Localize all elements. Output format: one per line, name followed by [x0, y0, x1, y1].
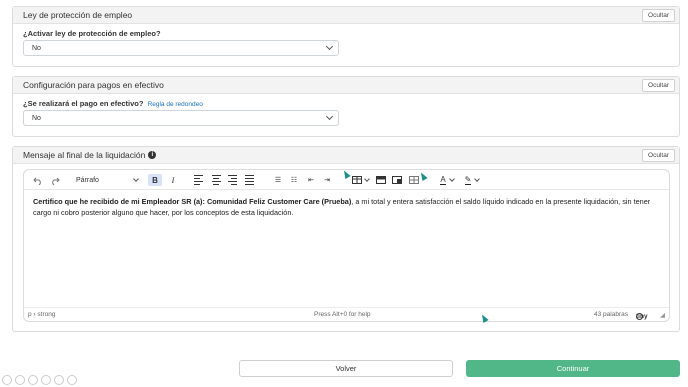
- word-count[interactable]: 43 palabras: [594, 311, 628, 318]
- panel-title: Mensaje al final de la liquidación i: [23, 150, 157, 160]
- highlighter-icon: ✎: [464, 174, 472, 185]
- circle-icon[interactable]: [41, 375, 51, 385]
- indent-icon[interactable]: ⇥: [322, 174, 332, 186]
- bullet-list-icon[interactable]: ☰: [273, 174, 283, 186]
- panel-header: Ley de protección de empleo Ocultar: [13, 7, 679, 24]
- editor-statusbar: p › strong Press Alt+0 for help 43 palab…: [24, 307, 669, 321]
- chevron-down-icon: [325, 112, 334, 121]
- continue-button[interactable]: Continuar: [466, 360, 680, 377]
- numbered-list-icon[interactable]: ☷: [289, 174, 299, 186]
- panel-title: Configuración para pagos en efectivo: [23, 80, 164, 90]
- rounding-rule-link[interactable]: Regla de redondeo: [148, 101, 203, 108]
- chevron-down-icon: [474, 175, 481, 182]
- undo-icon[interactable]: [32, 174, 44, 186]
- panel-title: Ley de protección de empleo: [23, 10, 133, 20]
- circle-icon[interactable]: [2, 375, 12, 385]
- redo-icon[interactable]: [49, 174, 61, 186]
- align-center-icon[interactable]: [211, 174, 221, 186]
- table-column-icon[interactable]: [409, 174, 419, 186]
- text-color-button[interactable]: A: [437, 174, 457, 186]
- circle-icon[interactable]: [28, 375, 38, 385]
- editor-content[interactable]: Certifico que he recibido de mi Empleado…: [33, 197, 663, 218]
- field-label: ¿Activar ley de protección de empleo?: [23, 29, 161, 38]
- align-justify-icon[interactable]: [244, 174, 254, 186]
- text-color-icon: A: [440, 174, 446, 185]
- hide-button[interactable]: Ocultar: [642, 8, 675, 22]
- table-icon[interactable]: [350, 174, 370, 186]
- info-icon[interactable]: i: [148, 151, 157, 159]
- outdent-icon[interactable]: ⇤: [306, 174, 316, 186]
- employment-protection-select[interactable]: No: [23, 40, 339, 56]
- chevron-down-icon: [363, 175, 370, 182]
- back-button[interactable]: Volver: [239, 360, 453, 377]
- circle-icon[interactable]: [67, 375, 77, 385]
- select-value: No: [32, 44, 41, 52]
- chevron-down-icon: [325, 42, 334, 51]
- select-value: No: [32, 114, 41, 122]
- chevron-down-icon: [448, 175, 455, 182]
- chevron-down-icon: [133, 175, 139, 182]
- align-left-icon[interactable]: [194, 174, 204, 186]
- rich-text-editor[interactable]: Párrafo B I ☰ ☷ ⇤ ⇥ A ✎ Certifico que he…: [23, 169, 670, 322]
- panel-header: Mensaje al final de la liquidación i Ocu…: [13, 147, 679, 164]
- highlight-color-button[interactable]: ✎: [462, 174, 482, 186]
- align-right-icon[interactable]: [227, 174, 237, 186]
- panel-title-text: Mensaje al final de la liquidación: [23, 150, 146, 160]
- italic-button[interactable]: I: [167, 174, 179, 186]
- panel-header: Configuración para pagos en efectivo Ocu…: [13, 77, 679, 94]
- hide-button[interactable]: Ocultar: [642, 148, 675, 162]
- element-path[interactable]: p › strong: [28, 311, 55, 318]
- field-label: ¿Se realizará el pago en efectivo? Regla…: [23, 99, 203, 108]
- table-row-icon[interactable]: [376, 174, 386, 186]
- circle-icon[interactable]: [15, 375, 25, 385]
- cash-payment-select[interactable]: No: [23, 110, 339, 126]
- editor-bold-text: Certifico que he recibido de mi Empleado…: [33, 197, 352, 206]
- field-question: ¿Se realizará el pago en efectivo?: [23, 99, 144, 108]
- tiny-brand: tiny: [636, 313, 648, 320]
- block-format-select[interactable]: Párrafo: [76, 174, 139, 186]
- field-question: ¿Activar ley de protección de empleo?: [23, 29, 161, 38]
- bold-button[interactable]: B: [148, 174, 162, 186]
- employment-protection-panel: Ley de protección de empleo Ocultar ¿Act…: [12, 6, 680, 67]
- cash-payment-panel: Configuración para pagos en efectivo Ocu…: [12, 76, 680, 137]
- table-cell-icon[interactable]: [392, 174, 402, 186]
- hide-button[interactable]: Ocultar: [642, 78, 675, 92]
- circle-icon[interactable]: [54, 375, 64, 385]
- bottom-left-controls: [2, 375, 77, 385]
- help-hint: Press Alt+0 for help: [314, 311, 371, 318]
- block-format-label: Párrafo: [76, 176, 99, 184]
- resize-handle-icon[interactable]: ◢: [660, 311, 665, 319]
